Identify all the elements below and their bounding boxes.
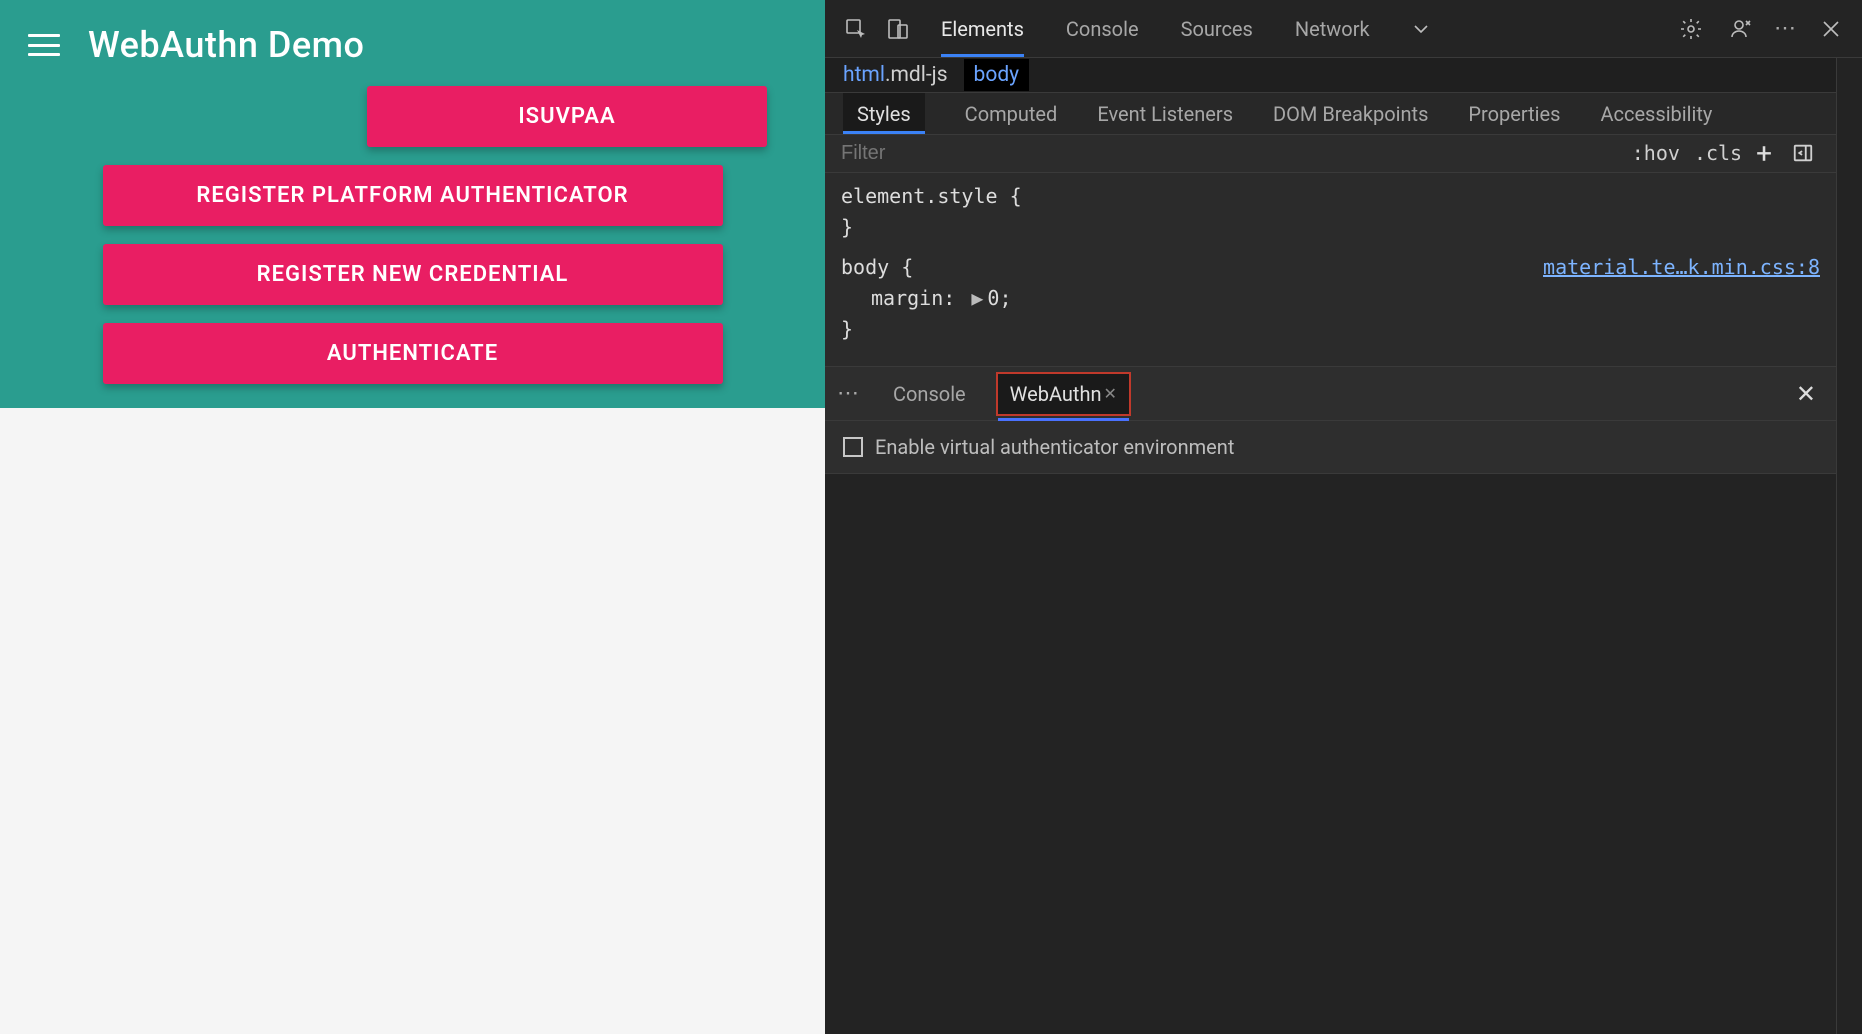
subtab-dom-breakpoints[interactable]: DOM Breakpoints xyxy=(1273,93,1428,133)
css-source-link[interactable]: material.te…k.min.css:8 xyxy=(1543,252,1820,283)
subtab-properties[interactable]: Properties xyxy=(1468,93,1560,133)
drawer-tab-webauthn[interactable]: WebAuthn ✕ xyxy=(998,374,1129,414)
devtools-drawer: ⋯ Console WebAuthn ✕ ✕ Enable virtual au… xyxy=(825,366,1836,1034)
breadcrumb-html[interactable]: html.mdl-js xyxy=(843,63,948,87)
css-selector: element.style { xyxy=(841,181,1820,212)
page-title: WebAuthn Demo xyxy=(88,24,364,66)
breadcrumb-html-class: .mdl-js xyxy=(885,63,948,87)
tab-console[interactable]: Console xyxy=(1058,0,1147,57)
authenticate-button[interactable]: AUTHENTICATE xyxy=(103,323,723,384)
cls-toggle[interactable]: .cls xyxy=(1694,141,1742,165)
toggle-sidebar-icon[interactable] xyxy=(1786,136,1820,170)
css-prop: margin xyxy=(871,286,943,310)
breadcrumb-html-tag: html xyxy=(843,63,885,87)
css-brace-close: } xyxy=(841,314,1820,345)
css-declaration[interactable]: margin: ▶0; xyxy=(841,283,1820,314)
device-toolbar-icon[interactable] xyxy=(881,12,915,46)
isuvpaa-button[interactable]: ISUVPAA xyxy=(367,86,767,147)
tab-elements[interactable]: Elements xyxy=(933,0,1032,57)
styles-filter-input[interactable] xyxy=(841,142,1618,165)
app-header: WebAuthn Demo ISUVPAA REGISTER PLATFORM … xyxy=(0,0,825,408)
css-rule-body[interactable]: material.te…k.min.css:8 body { margin: ▶… xyxy=(841,252,1820,354)
subtab-computed[interactable]: Computed xyxy=(965,93,1058,133)
css-brace-close: } xyxy=(841,212,1820,243)
enable-virtual-authenticator-label: Enable virtual authenticator environment xyxy=(875,435,1234,459)
drawer-tab-webauthn-label: WebAuthn xyxy=(1010,382,1102,406)
menu-icon[interactable] xyxy=(28,34,60,56)
inspect-element-icon[interactable] xyxy=(839,12,873,46)
close-devtools-icon[interactable] xyxy=(1814,12,1848,46)
drawer-content-area xyxy=(825,474,1836,1034)
enable-virtual-authenticator-checkbox[interactable] xyxy=(843,437,863,457)
css-semicolon: ; xyxy=(999,286,1011,310)
expand-shorthand-icon[interactable]: ▶ xyxy=(971,286,983,310)
kebab-menu-icon[interactable]: ⋯ xyxy=(1774,16,1798,41)
subtab-styles[interactable]: Styles xyxy=(843,93,925,133)
drawer-tab-close-icon[interactable]: ✕ xyxy=(1104,384,1117,403)
tab-network[interactable]: Network xyxy=(1287,0,1378,57)
subtab-event-listeners[interactable]: Event Listeners xyxy=(1097,93,1233,133)
drawer-more-icon[interactable]: ⋯ xyxy=(837,381,861,406)
register-platform-authenticator-button[interactable]: REGISTER PLATFORM AUTHENTICATOR xyxy=(103,165,723,226)
tab-sources[interactable]: Sources xyxy=(1173,0,1261,57)
css-rule-element-style[interactable]: element.style { } xyxy=(841,181,1820,252)
drawer-tab-console[interactable]: Console xyxy=(881,374,978,414)
devtools-panel: Elements Console Sources Network ⋯ xyxy=(825,0,1862,1034)
more-tabs-chevron-icon[interactable] xyxy=(1404,12,1438,46)
dom-breadcrumb: html.mdl-js body xyxy=(825,58,1836,93)
settings-gear-icon[interactable] xyxy=(1674,12,1708,46)
devtools-toolbar: Elements Console Sources Network ⋯ xyxy=(825,0,1862,58)
styles-pane[interactable]: element.style { } material.te…k.min.css:… xyxy=(825,173,1836,366)
hov-toggle[interactable]: :hov xyxy=(1632,141,1680,165)
breadcrumb-body[interactable]: body xyxy=(964,59,1030,91)
register-new-credential-button[interactable]: REGISTER NEW CREDENTIAL xyxy=(103,244,723,305)
css-colon: : xyxy=(943,286,955,310)
devtools-scrollbar[interactable] xyxy=(1836,58,1862,1034)
styles-filter-row: :hov .cls + xyxy=(825,135,1836,173)
styles-tabbar: Styles Computed Event Listeners DOM Brea… xyxy=(825,93,1836,134)
css-value: 0 xyxy=(987,286,999,310)
drawer-close-icon[interactable]: ✕ xyxy=(1788,380,1824,408)
subtab-accessibility[interactable]: Accessibility xyxy=(1600,93,1712,133)
feedback-icon[interactable] xyxy=(1724,12,1758,46)
rendered-page: WebAuthn Demo ISUVPAA REGISTER PLATFORM … xyxy=(0,0,825,1034)
new-style-rule-icon[interactable]: + xyxy=(1756,137,1772,170)
